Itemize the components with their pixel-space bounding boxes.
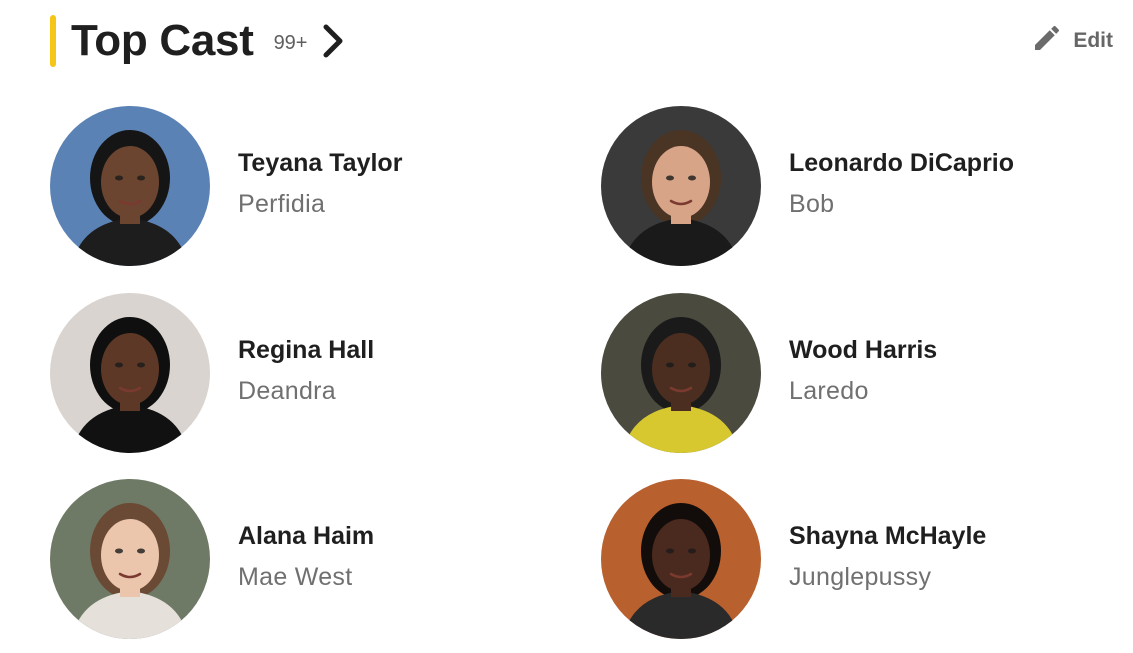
cast-item[interactable]: Regina Hall Deandra (50, 293, 550, 453)
avatar[interactable] (601, 293, 761, 453)
cast-item[interactable]: Leonardo DiCaprio Bob (601, 106, 1101, 266)
cast-role: Junglepussy (789, 563, 932, 591)
cast-item[interactable]: Teyana Taylor Perfidia (50, 106, 550, 266)
cast-name[interactable]: Regina Hall (238, 336, 374, 365)
pencil-icon (1031, 22, 1063, 59)
cast-item[interactable]: Wood Harris Laredo (601, 293, 1101, 453)
cast-name[interactable]: Leonardo DiCaprio (789, 149, 1014, 178)
chevron-right-icon[interactable] (322, 23, 348, 59)
edit-button[interactable]: Edit (1031, 22, 1113, 59)
avatar[interactable] (601, 106, 761, 266)
cast-count: 99+ (273, 31, 308, 54)
cast-role: Laredo (789, 377, 869, 405)
cast-name[interactable]: Shayna McHayle (789, 522, 986, 551)
cast-role: Mae West (238, 563, 353, 591)
section-accent-bar (50, 15, 56, 67)
cast-item[interactable]: Shayna McHayle Junglepussy (601, 479, 1101, 639)
cast-role: Deandra (238, 377, 336, 405)
avatar[interactable] (50, 479, 210, 639)
cast-role: Bob (789, 190, 835, 218)
edit-label: Edit (1073, 28, 1113, 52)
cast-name[interactable]: Teyana Taylor (238, 149, 402, 178)
section-title[interactable]: Top Cast (71, 19, 254, 63)
cast-name[interactable]: Wood Harris (789, 336, 937, 365)
cast-name[interactable]: Alana Haim (238, 522, 374, 551)
avatar[interactable] (50, 106, 210, 266)
avatar[interactable] (50, 293, 210, 453)
avatar[interactable] (601, 479, 761, 639)
section-header: Top Cast 99+ Edit (50, 14, 1113, 68)
cast-role: Perfidia (238, 190, 326, 218)
cast-item[interactable]: Alana Haim Mae West (50, 479, 550, 639)
